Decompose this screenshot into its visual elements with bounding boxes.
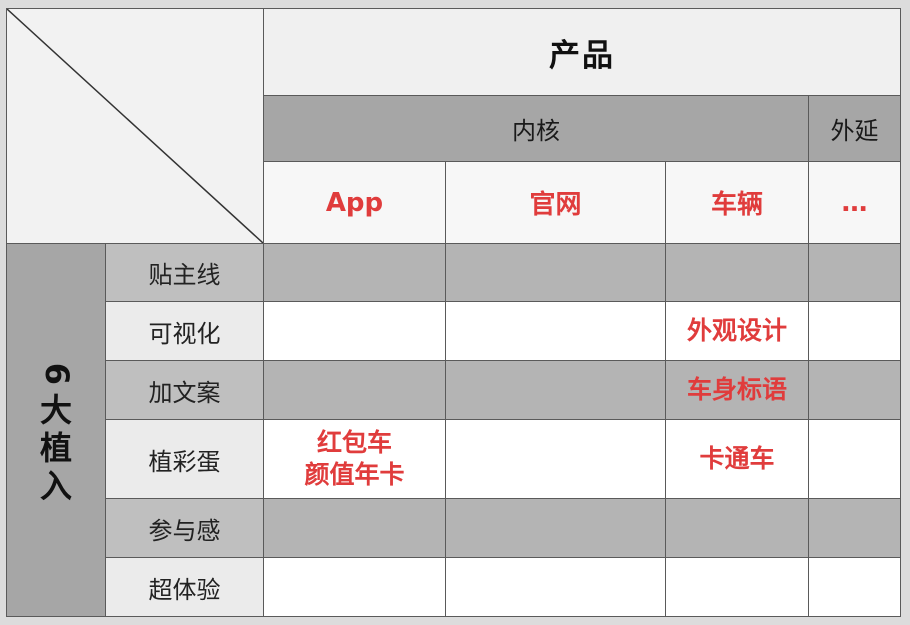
diagonal-line [7,9,263,243]
table-cell [445,243,666,302]
column-header-more: … [808,161,901,244]
table-cell [665,498,809,558]
side-label-char: 大 [39,391,72,430]
table-cell [808,557,901,617]
column-header-app: App [263,161,446,244]
table-cell [445,360,666,420]
table-cell [263,498,446,558]
table-cell [808,498,901,558]
table-cell [665,243,809,302]
table-cell [445,301,666,361]
side-label: 6 大 植 入 [6,243,106,617]
table-cell [263,243,446,302]
row-label: 可视化 [105,301,264,361]
row-label: 超体验 [105,557,264,617]
corner-cell [6,8,264,244]
column-header-website: 官网 [445,161,666,244]
table-cell: 外观设计 [665,301,809,361]
column-header-vehicle: 车辆 [665,161,809,244]
table-cell: 卡通车 [665,419,809,499]
core-group-header: 内核 [263,95,809,162]
table-cell [808,419,901,499]
table-cell: 红包车 颜值年卡 [263,419,446,499]
matrix-table: 产品 内核 外延 App 官网 车辆 … 6 大 植 入 贴主线 可视化 外观设… [6,8,901,617]
product-header: 产品 [263,8,901,96]
side-label-char: 植 [39,429,72,467]
row-label: 加文案 [105,360,264,420]
table-cell [665,557,809,617]
side-label-char: 入 [39,466,72,505]
table-cell [445,557,666,617]
row-label: 贴主线 [105,243,264,302]
table-cell: 车身标语 [665,360,809,420]
table-cell [445,419,666,499]
table-cell [808,243,901,302]
row-label: 参与感 [105,498,264,558]
table-cell [263,301,446,361]
table-cell [263,557,446,617]
row-label: 植彩蛋 [105,419,264,499]
table-cell [445,498,666,558]
table-cell [263,360,446,420]
table-cell [808,301,901,361]
extension-group-header: 外延 [808,95,901,162]
slide-frame: 产品 内核 外延 App 官网 车辆 … 6 大 植 入 贴主线 可视化 外观设… [0,0,910,625]
side-label-number: 6 [37,362,76,385]
table-cell [808,360,901,420]
